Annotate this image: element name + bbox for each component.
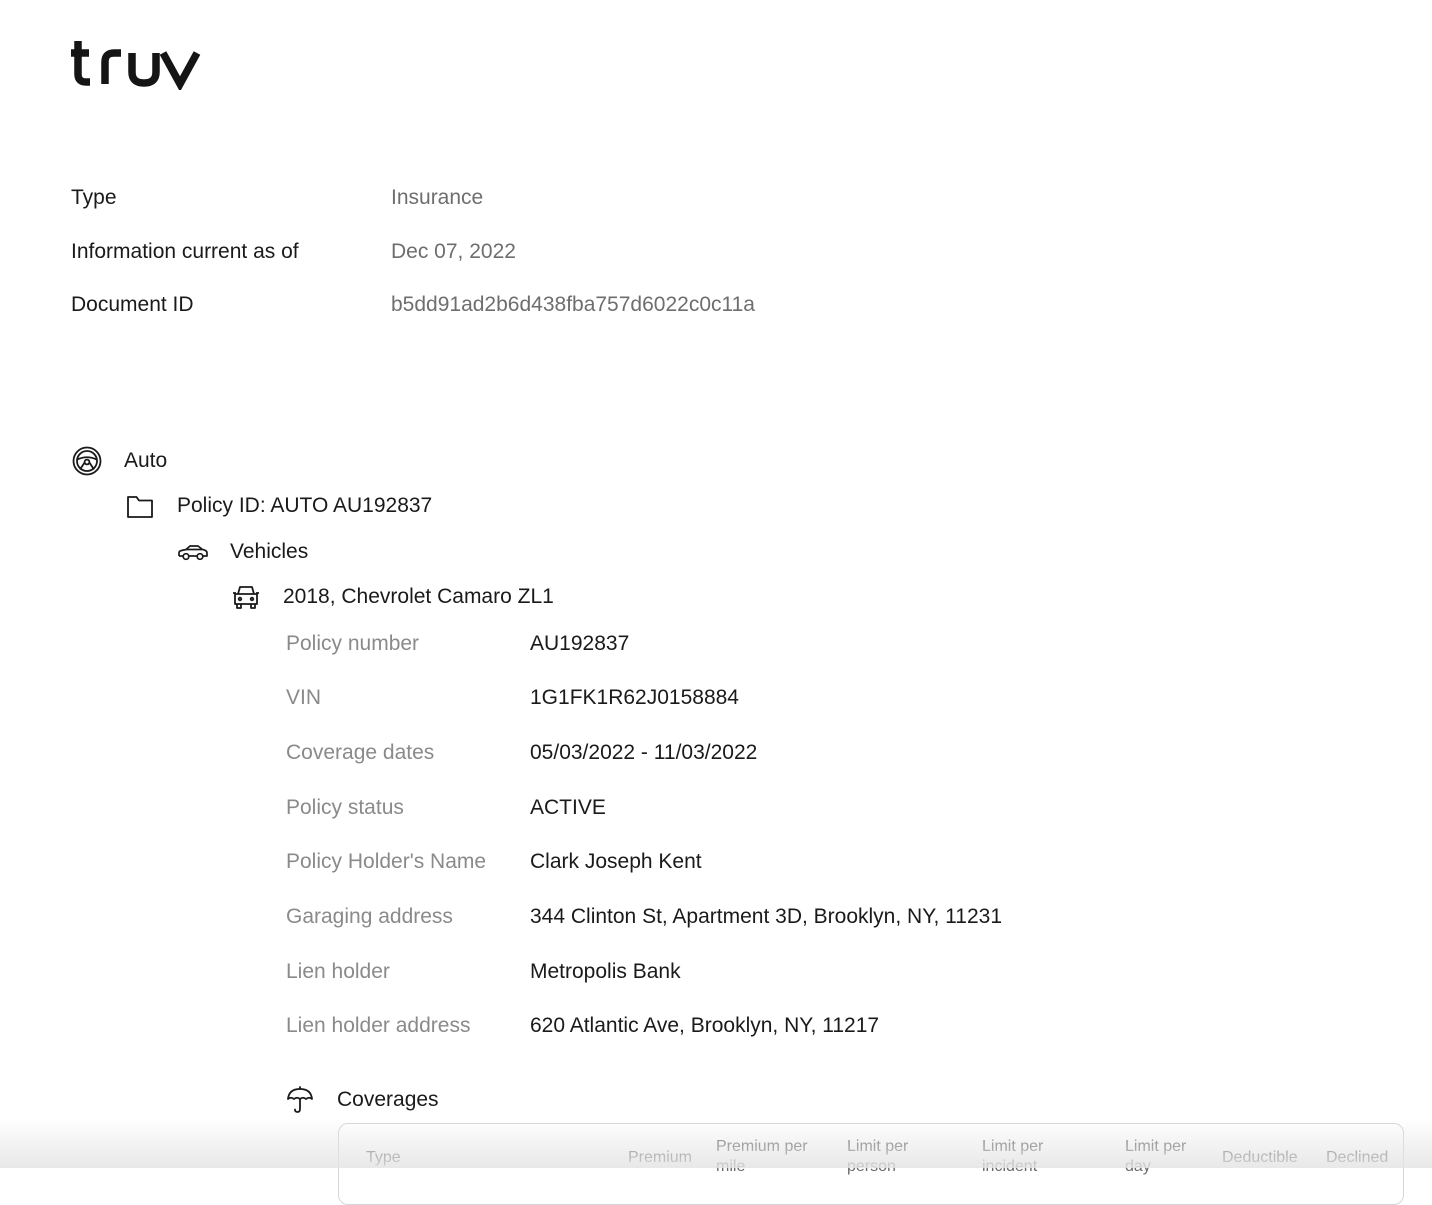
folder-icon [124,490,156,522]
meta-label: Document ID [71,293,194,316]
col-header-line: Type [366,1149,401,1166]
col-header-limit-per-incident[interactable]: Limit per incident [982,1137,1043,1177]
tree-node-label: 2018, Chevrolet Camaro ZL1 [283,585,554,608]
col-header-line: Premium per [716,1138,808,1155]
detail-value: Metropolis Bank [530,960,681,983]
tree-node-label: Auto [124,449,168,472]
col-header-premium-per-mile[interactable]: Premium per mile [716,1137,808,1177]
col-header-line: Limit per [847,1138,909,1155]
col-header-line: Declined [1326,1149,1389,1166]
col-header-type[interactable]: Type [366,1148,401,1168]
tree-node-label: Vehicles [230,540,309,563]
detail-label: Garaging address [286,905,453,928]
col-header-line: day [1125,1158,1151,1175]
truv-logo [70,24,202,90]
col-header-line: Premium [628,1149,693,1166]
car-side-icon [177,536,209,568]
steering-wheel-icon [71,445,103,477]
tree-node-vehicles[interactable]: Vehicles [177,536,308,568]
detail-value: AU192837 [530,632,630,655]
col-header-line: Deductible [1222,1149,1298,1166]
detail-label: Policy number [286,632,420,655]
col-header-line: mile [716,1158,746,1175]
col-header-line: person [847,1158,896,1175]
tree-node-label: Policy ID: AUTO AU192837 [177,494,433,517]
tree-node-policy[interactable]: Policy ID: AUTO AU192837 [124,490,432,522]
col-header-deductible[interactable]: Deductible [1222,1148,1298,1168]
detail-value: Clark Joseph Kent [530,850,702,873]
detail-value: 05/03/2022 - 11/03/2022 [530,741,758,764]
detail-label: Lien holder [286,960,390,983]
detail-value: 1G1FK1R62J0158884 [530,686,739,709]
col-header-line: Limit per [1125,1138,1187,1155]
col-header-premium[interactable]: Premium [628,1148,692,1168]
meta-value: b5dd91ad2b6d438fba757d6022c0c11a [391,293,755,316]
tree-node-vehicle[interactable]: 2018, Chevrolet Camaro ZL1 [230,581,554,613]
col-header-declined[interactable]: Declined [1326,1148,1388,1168]
umbrella-icon [284,1084,316,1116]
col-header-line: Limit per [982,1138,1044,1155]
col-header-limit-per-person[interactable]: Limit per person [847,1137,908,1177]
meta-value: Insurance [391,186,484,209]
detail-label: VIN [286,686,322,709]
col-header-limit-per-day[interactable]: Limit per day [1125,1137,1186,1177]
tree-node-auto[interactable]: Auto [71,445,167,477]
col-header-line: incident [982,1158,1038,1175]
meta-label: Type [71,186,117,209]
detail-value: 620 Atlantic Ave, Brooklyn, NY, 11217 [530,1014,880,1037]
detail-label: Lien holder address [286,1014,471,1037]
meta-label: Information current as of [71,240,299,263]
tree-node-coverages[interactable]: Coverages [284,1084,439,1116]
detail-label: Coverage dates [286,741,435,764]
tree-node-label: Coverages [337,1088,439,1111]
coverages-table: Type Premium Premium per mile Limit per … [338,1123,1404,1205]
detail-label: Policy Holder's Name [286,850,487,873]
detail-value: 344 Clinton St, Apartment 3D, Brooklyn, … [530,905,1002,928]
detail-value: ACTIVE [530,796,606,819]
car-front-icon [230,581,262,613]
detail-label: Policy status [286,796,404,819]
meta-value: Dec 07, 2022 [391,240,516,263]
